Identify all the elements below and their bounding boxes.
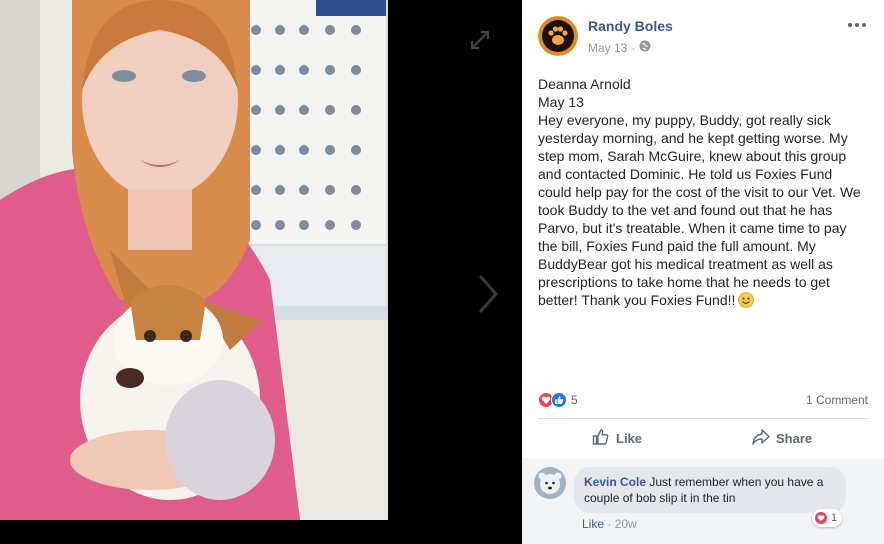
comment-meta: Like · 20w [582, 517, 637, 531]
post-text-line: took Buddy to the vet and found out that… [538, 202, 833, 218]
post-text-line: prescriptions to take home that he needs… [538, 274, 830, 290]
post-text-line: Parvo, but it's treatable. When it came … [538, 220, 847, 236]
like-reaction-icon [551, 392, 567, 408]
love-reaction-icon [814, 511, 828, 525]
smiley-emoji-icon [738, 292, 755, 308]
post-panel: Randy Boles May 13 · Deanna Arnold May 1… [522, 0, 884, 544]
share-label: Share [776, 431, 813, 446]
post-text-line: Deanna Arnold [538, 76, 631, 92]
author-name[interactable]: Randy Boles [588, 18, 673, 34]
post-text-line: BuddyBear got his medical treatment as w… [538, 256, 833, 272]
comment-reaction-count: 1 [831, 512, 838, 524]
commenter-avatar[interactable] [534, 467, 566, 499]
post-text-line: Hey everyone, my puppy, Buddy, got reall… [538, 112, 831, 128]
post-text: Deanna Arnold May 13 Hey everyone, my pu… [538, 75, 868, 309]
post-meta: May 13 · [588, 40, 651, 55]
post-text-line: the bill, Foxies Fund paid the full amou… [538, 238, 816, 254]
like-label: Like [616, 431, 643, 446]
commenter-name[interactable]: Kevin Cole [584, 475, 646, 489]
post-text-line-last: better! Thank you Foxies Fund!! [538, 291, 868, 309]
comment-time[interactable]: 20w [615, 517, 637, 531]
comment-like-link[interactable]: Like [582, 517, 604, 531]
share-button[interactable]: Share [752, 428, 812, 449]
more-options-ellipsis-icon[interactable] [846, 16, 868, 34]
divider [538, 418, 868, 419]
post-text-line: May 13 [538, 94, 584, 110]
comment-count-link[interactable]: 1 Comment [806, 393, 868, 407]
globe-icon [639, 40, 651, 55]
post-text-line: yesterday morning, and he kept getting w… [538, 130, 848, 146]
next-photo-chevron-icon[interactable] [476, 274, 500, 314]
share-arrow-icon [752, 428, 770, 449]
post-date[interactable]: May 13 [588, 41, 627, 55]
comment-reaction-badge[interactable]: 1 [812, 509, 843, 527]
author-avatar[interactable] [538, 16, 578, 56]
expand-icon[interactable] [470, 30, 490, 50]
meta-separator: · [631, 40, 636, 55]
comment-meta-separator: · [607, 517, 612, 531]
post-photo[interactable] [0, 0, 388, 520]
post-text-line: better! Thank you Foxies Fund!! [538, 292, 736, 308]
post-text-line: step mom, Sarah McGuire, knew about this… [538, 148, 847, 164]
comment-bubble: Kevin Cole Just remember when you have a… [574, 467, 846, 513]
thumbs-up-icon [592, 428, 610, 449]
reaction-summary[interactable]: 5 [538, 392, 578, 408]
reaction-count: 5 [571, 393, 578, 407]
post-text-line: could help pay for the cost of the visit… [538, 184, 861, 200]
like-button[interactable]: Like [592, 428, 642, 449]
post-text-line: and contacted Dominic. He told us Foxies… [538, 166, 833, 182]
photo-viewer [0, 0, 522, 544]
